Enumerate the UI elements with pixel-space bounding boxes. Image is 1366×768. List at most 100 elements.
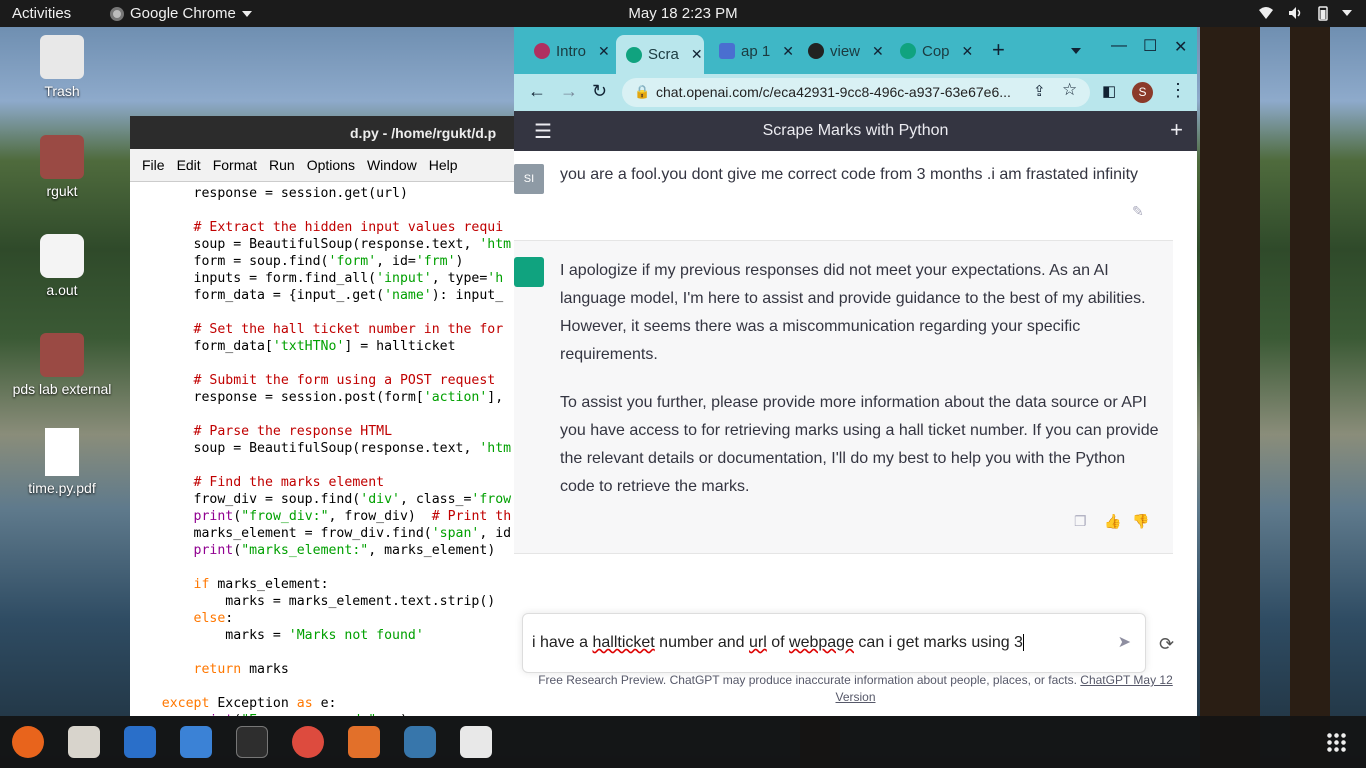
menu-help[interactable]: Help (423, 149, 464, 181)
desktop-icon-label: time.py.pdf (28, 480, 96, 496)
text-editor-icon[interactable] (180, 726, 212, 758)
close-icon[interactable]: ✕ (872, 43, 884, 60)
assistant-paragraph: To assist you further, please provide mo… (560, 394, 1159, 495)
python-icon[interactable] (404, 726, 436, 758)
idle-title: d.py - /home/rgukt/d.p (130, 116, 520, 149)
clock[interactable]: May 18 2:23 PM (600, 5, 766, 22)
send-icon[interactable]: ➤ (1118, 632, 1131, 652)
chrome-window[interactable]: Intro ✕ Scra ✕ ap 1 ✕ view ✕ Cop ✕ + — ☐… (514, 27, 1197, 716)
tab-label: Scra (648, 46, 679, 63)
idle-menubar: File Edit Format Run Options Window Help (130, 149, 520, 182)
pdf-file-icon (45, 428, 79, 476)
menu-options[interactable]: Options (301, 149, 361, 181)
more-menu-icon[interactable]: ⋮ (1169, 80, 1187, 101)
idle-editor-window[interactable]: d.py - /home/rgukt/d.p File Edit Format … (130, 116, 520, 716)
copy-icon[interactable]: ❐ (1074, 513, 1087, 530)
desktop-icon-aout[interactable]: a.out (2, 234, 122, 298)
desktop-icon-time-pdf[interactable]: time.py.pdf (2, 428, 122, 496)
address-bar[interactable]: 🔒 chat.openai.com/c/eca42931-9cc8-496c-a… (622, 78, 1090, 107)
forward-icon[interactable]: → (560, 81, 578, 102)
lock-icon: 🔒 (634, 84, 651, 99)
system-top-bar: Activities Google Chrome May 18 2:23 PM (0, 0, 1366, 27)
close-icon[interactable]: ✕ (598, 43, 610, 60)
taskbar-dock (0, 716, 1366, 768)
chevron-down-icon (1342, 10, 1352, 16)
chrome-icon[interactable] (292, 726, 324, 758)
desktop-icon-pds-lab[interactable]: pds lab external (2, 333, 122, 397)
back-icon[interactable]: ← (528, 81, 546, 102)
tab-label: Cop (922, 42, 950, 60)
url-text: chat.openai.com/c/eca42931-9cc8-496c-a93… (656, 84, 1011, 100)
thumbs-up-icon[interactable]: 👍 (1104, 513, 1121, 530)
browser-tab-active[interactable]: Scra ✕ (616, 35, 704, 74)
close-window-icon[interactable]: ✕ (1174, 37, 1187, 57)
wifi-icon (1259, 7, 1273, 19)
system-tray[interactable] (1258, 5, 1352, 21)
code-editor[interactable]: response = session.get(url) # Extract th… (130, 182, 520, 716)
desktop-icon-label: rgukt (46, 183, 78, 199)
new-tab-icon[interactable]: + (992, 37, 1005, 63)
menu-run[interactable]: Run (263, 149, 301, 181)
activities-button[interactable]: Activities (12, 5, 71, 22)
globe-icon (808, 43, 824, 59)
show-apps-icon[interactable] (1326, 732, 1348, 754)
tab-favicon (719, 43, 735, 59)
writer-icon[interactable] (124, 726, 156, 758)
star-icon[interactable]: ☆ (1062, 80, 1077, 100)
thumbs-down-icon[interactable]: 👎 (1132, 513, 1149, 530)
app-name: Google Chrome (130, 5, 236, 22)
battery-icon (1318, 6, 1328, 21)
tab-search-icon[interactable] (1071, 41, 1081, 59)
profile-avatar[interactable]: S (1132, 82, 1153, 103)
menu-window[interactable]: Window (361, 149, 423, 181)
impress-icon[interactable] (348, 726, 380, 758)
menu-file[interactable]: File (136, 149, 171, 181)
minimize-icon[interactable]: — (1111, 37, 1127, 55)
input-text: webpage (789, 634, 854, 651)
reload-icon[interactable]: ↻ (592, 81, 607, 102)
tab-label: view (830, 42, 861, 60)
user-message: SI you are a fool.you dont give me corre… (514, 151, 1173, 241)
gear-icon (40, 234, 84, 278)
user-avatar: SI (514, 164, 544, 194)
browser-tab[interactable]: Cop ✕ (900, 37, 972, 65)
conversation-title: Scrape Marks with Python (762, 122, 949, 139)
chrome-icon (110, 6, 124, 21)
close-icon[interactable]: ✕ (782, 43, 794, 60)
hamburger-menu-icon[interactable]: ☰ (534, 119, 552, 144)
firefox-icon[interactable] (12, 726, 44, 758)
input-text: url (749, 634, 767, 651)
maximize-icon[interactable]: ☐ (1143, 36, 1157, 56)
terminal-icon[interactable] (236, 726, 268, 758)
desktop-icon-rgukt[interactable]: rgukt (2, 135, 122, 199)
close-icon[interactable]: ✕ (962, 43, 972, 60)
input-text: hallticket (592, 634, 655, 651)
home-folder-icon (40, 135, 84, 179)
message-input[interactable]: i have a hallticket number and url of we… (522, 613, 1146, 673)
input-text: i have a (532, 634, 593, 651)
regenerate-icon[interactable]: ⟳ (1159, 634, 1174, 655)
share-icon[interactable]: ⇪ (1033, 82, 1046, 100)
app-menu[interactable]: Google Chrome (110, 5, 252, 22)
desktop-icon-trash[interactable]: Trash (2, 35, 122, 99)
tab-label: ap 1 (741, 42, 771, 60)
trash-icon (40, 35, 84, 79)
browser-tab[interactable]: ap 1 ✕ (719, 37, 797, 65)
menu-format[interactable]: Format (207, 149, 263, 181)
menu-edit[interactable]: Edit (171, 149, 207, 181)
browser-toolbar: ← → ↻ 🔒 chat.openai.com/c/eca42931-9cc8-… (514, 74, 1197, 111)
new-chat-icon[interactable]: + (1170, 117, 1183, 143)
input-text: number and (654, 634, 750, 651)
files-icon[interactable] (68, 726, 100, 758)
tab-favicon (626, 46, 642, 63)
text-cursor (1022, 634, 1024, 651)
browser-tab[interactable]: Intro ✕ (534, 37, 614, 65)
wallpaper-beam (1200, 27, 1260, 768)
tab-favicon (900, 43, 916, 59)
desktop-icon-label: a.out (46, 282, 78, 298)
idle-icon[interactable] (460, 726, 492, 758)
close-icon[interactable]: ✕ (691, 46, 703, 63)
edit-icon[interactable]: ✎ (1132, 203, 1144, 220)
browser-tab[interactable]: view ✕ (808, 37, 884, 65)
side-panel-icon[interactable]: ◧ (1102, 82, 1116, 100)
